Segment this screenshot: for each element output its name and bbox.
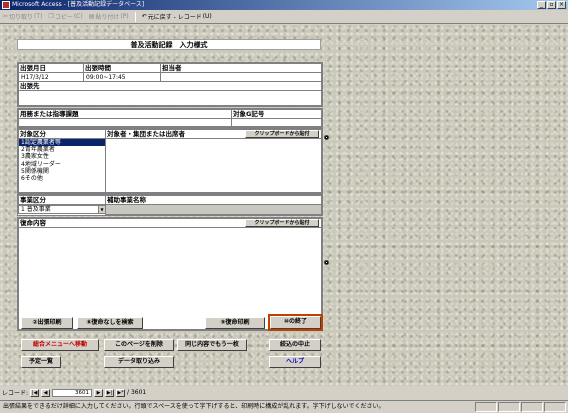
undo-button[interactable]: ↶ 元に戻す - レコード (U): [142, 12, 212, 21]
restore-button[interactable]: ▫: [547, 1, 556, 9]
target-section: 対象区分 対象者・集団または出席者 クリップボードから貼付 1認定農業者等 2青年…: [17, 128, 323, 194]
topic-section: 用務または指導課題 対象G記号: [17, 108, 323, 128]
subsidy-project-field[interactable]: [105, 204, 322, 215]
toolbar-separator: [134, 11, 136, 22]
status-bar: 出張結果をできるだけ詳細に入力してください。行頭でスペースを使って字下げすると、…: [0, 400, 568, 413]
window-controls: _ ▫ ×: [537, 1, 566, 9]
paste-icon: ▤: [88, 13, 95, 20]
import-data-button[interactable]: データ取り込み: [104, 356, 174, 368]
delete-page-button[interactable]: このページを削除: [104, 339, 174, 351]
undo-icon: ↶: [141, 13, 147, 20]
report-scroll-icon[interactable]: [324, 260, 329, 265]
prev-record-button[interactable]: ◀: [41, 388, 51, 397]
form-title: 普及活動記録 入力様式: [17, 39, 321, 50]
trip-info-section: 出張月日 出張時間 担当者 H17/3/12 09:00~17:45 出張先: [17, 62, 323, 107]
record-total: / 3601: [127, 389, 147, 396]
project-category-combo[interactable]: 1 普及事業 ▼: [18, 205, 106, 214]
status-panel: [521, 402, 543, 412]
search-no-report-button[interactable]: ⑧復命なしを検索: [77, 317, 143, 329]
same-again-button[interactable]: 同じ内容でもう一枚: [177, 339, 247, 351]
close-button[interactable]: ×: [557, 1, 566, 9]
target-category-listbox[interactable]: 1認定農業者等 2青年農業者 3農家女性 4地域リーダー 5関係機関 6その他: [18, 138, 106, 193]
first-record-button[interactable]: |◀: [30, 388, 40, 397]
status-panel: [544, 402, 566, 412]
main-menu-button[interactable]: 総合メニューへ移動: [21, 339, 99, 351]
target-category-option[interactable]: 5関係機関: [19, 168, 105, 175]
minimize-button[interactable]: _: [537, 1, 546, 9]
topic-field[interactable]: [18, 118, 232, 127]
record-label: レコード:: [2, 390, 29, 397]
project-section: 事業区分 補助事業名称 1 普及事業 ▼: [17, 194, 323, 216]
cancel-filter-button[interactable]: 絞込の中止: [269, 339, 321, 351]
finish-report-button[interactable]: ⑩の終了: [268, 314, 323, 331]
report-textarea[interactable]: [18, 227, 322, 330]
attendees-field[interactable]: [105, 138, 322, 193]
status-panel: [498, 402, 520, 412]
window-title-bar[interactable]: Microsoft Access - [普及活動記録データベース] _ ▫ ×: [0, 0, 568, 10]
next-record-button[interactable]: ▶: [94, 388, 104, 397]
edit-toolbar: ✂ 切り取り (T) ❐ コピー (C) ▤ 貼り付け (P) ↶ 元に戻す - レコ…: [0, 10, 568, 24]
project-category-value: 1 普及事業: [21, 206, 51, 213]
status-panel: [475, 402, 497, 412]
dropdown-arrow-icon[interactable]: ▼: [98, 206, 105, 213]
scissors-icon: ✂: [3, 13, 9, 20]
target-category-option[interactable]: 6その他: [19, 175, 105, 182]
form-workspace: 普及活動記録 入力様式 出張月日 出張時間 担当者 H17/3/12 09:00…: [0, 25, 568, 386]
copy-button[interactable]: ❐ コピー (C): [48, 12, 82, 21]
paste-button[interactable]: ▤ 貼り付け (P): [89, 12, 129, 21]
window-title: Microsoft Access - [普及活動記録データベース]: [12, 1, 145, 8]
copy-icon: ❐: [48, 13, 54, 20]
target-category-option[interactable]: 4地域リーダー: [19, 161, 105, 168]
project-category-header: 事業区分: [18, 195, 106, 205]
report-section: 復命内容 クリップボードから貼付: [17, 217, 323, 331]
project-category-label: 事業区分: [20, 196, 46, 204]
destination-field[interactable]: [18, 90, 322, 106]
last-record-button[interactable]: ▶|: [105, 388, 115, 397]
access-app-icon[interactable]: [2, 1, 10, 9]
group-code-field[interactable]: [231, 118, 322, 127]
status-text: 出張結果をできるだけ詳細に入力してください。行頭でスペースを使って字下げすると、…: [3, 403, 385, 410]
target-category-option[interactable]: 3農家女性: [19, 153, 105, 160]
print-report-button[interactable]: ⑨復命印刷: [205, 317, 265, 329]
schedule-list-button[interactable]: 予定一覧: [21, 356, 61, 368]
current-record-input[interactable]: 3601: [52, 388, 93, 397]
cut-button[interactable]: ✂ 切り取り (T): [3, 12, 42, 21]
attendees-clipboard-paste-button[interactable]: クリップボードから貼付: [245, 130, 319, 138]
help-button[interactable]: ヘルプ: [269, 356, 321, 368]
attendees-scroll-icon[interactable]: [324, 135, 329, 140]
new-record-button[interactable]: ▶*: [116, 388, 126, 397]
report-clipboard-paste-button[interactable]: クリップボードから貼付: [245, 219, 319, 227]
record-navigator: レコード: |◀ ◀ 3601 ▶ ▶| ▶* / 3601: [0, 386, 568, 399]
print-trip-button[interactable]: ②出張印刷: [21, 317, 73, 329]
status-panels: [475, 402, 566, 412]
